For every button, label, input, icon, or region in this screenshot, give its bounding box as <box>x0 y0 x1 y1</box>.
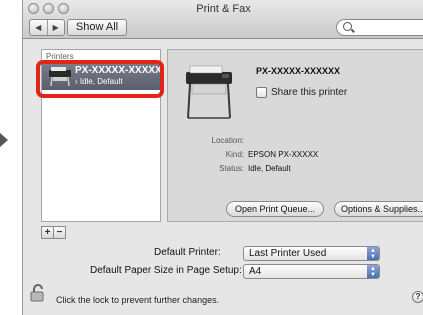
help-button[interactable]: ? <box>412 291 423 303</box>
options-supplies-button[interactable]: Options & Supplies... <box>334 201 423 217</box>
printer-detail-panel: PX-XXXXX-XXXXXX Share this printer Locat… <box>167 49 423 222</box>
add-printer-button[interactable]: + <box>42 227 53 238</box>
share-printer-checkbox[interactable] <box>256 87 267 98</box>
paper-size-select[interactable]: A4 ▲ ▼ <box>243 264 380 279</box>
back-forward-buttons: ◀ ▶ <box>29 19 65 36</box>
status-value: Idle, Default <box>248 164 291 173</box>
default-printer-label: Default Printer: <box>154 247 221 258</box>
print-fax-window: Print & Fax ◀ ▶ Show All Printers PX-XXX… <box>22 0 423 315</box>
paper-size-value: A4 <box>249 266 262 277</box>
selection-highlight-annotation <box>36 60 164 98</box>
share-printer-option[interactable]: Share this printer <box>256 87 347 98</box>
kind-label: Kind: <box>225 150 244 159</box>
open-print-queue-button[interactable]: Open Print Queue... <box>226 201 324 217</box>
window-title: Print & Fax <box>196 3 251 15</box>
share-printer-label: Share this printer <box>271 87 348 98</box>
chevron-up-down-icon: ▲ ▼ <box>367 247 379 260</box>
title-bar: Print & Fax ◀ ▶ Show All <box>23 0 423 39</box>
search-field[interactable] <box>336 19 423 36</box>
lock-message: Click the lock to prevent further change… <box>56 295 220 305</box>
forward-arrow-icon[interactable]: ▶ <box>46 20 65 35</box>
printer-list-controls: + − <box>41 226 66 239</box>
back-arrow-icon[interactable]: ◀ <box>30 20 47 35</box>
search-icon <box>343 22 352 31</box>
lock-icon[interactable] <box>30 284 46 302</box>
chevron-up-down-icon: ▲ ▼ <box>367 265 379 278</box>
detail-printer-name: PX-XXXXX-XXXXXX <box>256 66 341 76</box>
status-label: Status: <box>219 164 244 173</box>
default-printer-select[interactable]: Last Printer Used ▲ ▼ <box>243 246 380 261</box>
large-printer-icon <box>186 65 232 119</box>
location-label: Location: <box>211 136 244 145</box>
remove-printer-button[interactable]: − <box>53 227 65 238</box>
edge-pointer-icon <box>0 133 8 147</box>
paper-size-label: Default Paper Size in Page Setup: <box>90 265 242 276</box>
kind-value: EPSON PX-XXXXX <box>248 150 319 159</box>
show-all-button[interactable]: Show All <box>67 19 127 36</box>
default-printer-value: Last Printer Used <box>249 248 327 259</box>
